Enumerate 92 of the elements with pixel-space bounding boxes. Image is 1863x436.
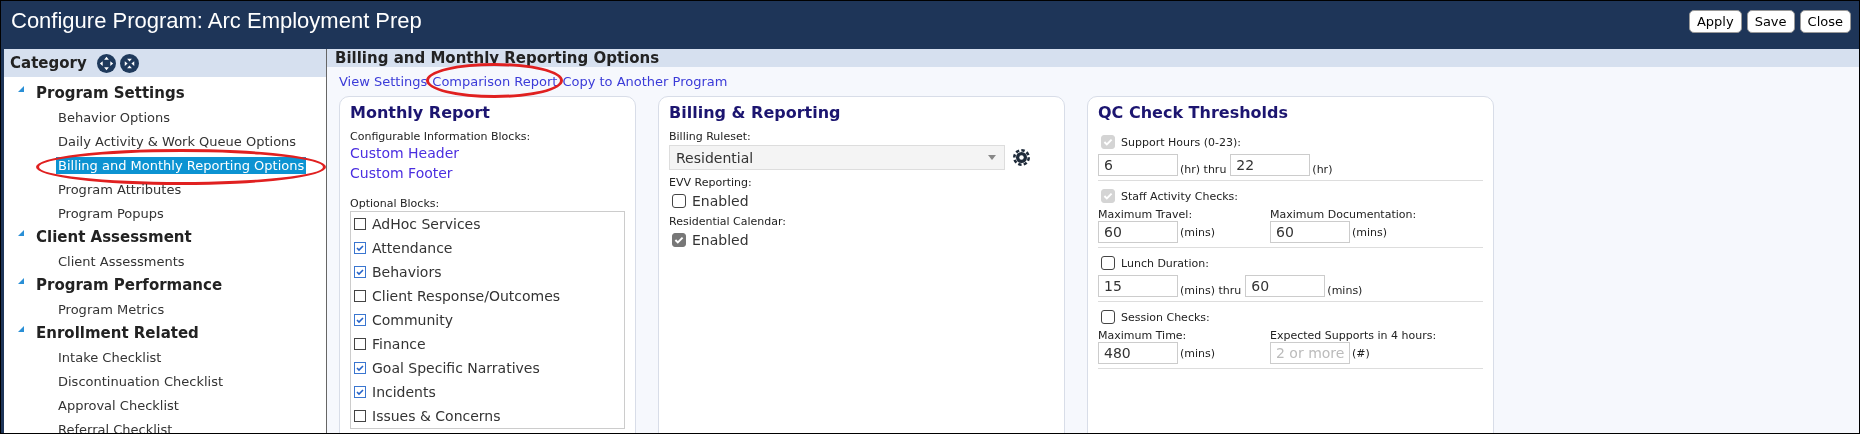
checkbox[interactable] <box>354 266 366 278</box>
number-field[interactable]: 480 <box>1098 342 1178 364</box>
unit-label: (#) <box>1352 346 1370 360</box>
category-item[interactable]: Program Metrics <box>56 300 167 318</box>
category-item[interactable]: Behavior Options <box>56 108 173 126</box>
checkbox[interactable] <box>672 194 686 208</box>
field-label: Optional Blocks: <box>350 197 441 210</box>
checkbox-label: Attendance <box>372 240 453 256</box>
checkbox-label: Community <box>372 312 454 328</box>
checkmark-icon <box>673 234 685 246</box>
unit-label: (hr) thru <box>1180 163 1227 176</box>
checkbox-label: Client Response/Outcomes <box>372 288 561 304</box>
checkbox[interactable] <box>1101 256 1115 270</box>
checkmark-icon <box>355 315 365 325</box>
collapse-all-icon[interactable] <box>119 53 139 73</box>
checkbox[interactable] <box>354 386 366 398</box>
unit-label: (hr) <box>1312 163 1333 176</box>
checkbox-label: Issues & Concerns <box>372 408 501 424</box>
checkbox-label: Support Hours (0-23): <box>1121 135 1241 149</box>
ruleset-dropdown[interactable]: Residential <box>669 145 1005 170</box>
unit-label: (mins) <box>1180 225 1216 239</box>
checkmark-icon <box>355 243 365 253</box>
toolbar-button[interactable]: Apply <box>1688 9 1742 33</box>
link[interactable]: Custom Footer <box>350 163 625 183</box>
checkbox-label: Lunch Duration: <box>1121 256 1209 270</box>
link[interactable]: Custom Header <box>350 143 625 163</box>
checkbox-label: AdHoc Services <box>372 216 481 232</box>
checkbox[interactable] <box>354 338 366 350</box>
expand-all-icon[interactable] <box>96 53 116 73</box>
card-title: Monthly Report <box>350 103 491 122</box>
checkbox[interactable] <box>1101 310 1115 324</box>
category-item[interactable]: Client Assessments <box>56 252 187 270</box>
category-group[interactable]: Program Performance <box>36 276 223 294</box>
unit-label: (mins) <box>1352 225 1388 239</box>
checkmark-icon <box>1102 190 1114 202</box>
category-item[interactable]: Daily Activity & Work Queue Options <box>56 132 299 150</box>
category-item[interactable]: Referral Checklist <box>56 420 175 433</box>
checkbox[interactable] <box>354 410 366 422</box>
checkbox-label: Session Checks: <box>1121 310 1210 324</box>
link[interactable]: Comparison Report <box>432 74 558 89</box>
checkbox-label: Staff Activity Checks: <box>1121 189 1239 203</box>
field-label: Maximum Travel: <box>1098 208 1194 221</box>
category-item[interactable]: Approval Checklist <box>56 396 181 414</box>
field-label: EVV Reporting: <box>669 176 753 189</box>
checkbox[interactable] <box>354 218 366 230</box>
field-label: Configurable Information Blocks: <box>350 130 532 143</box>
window-title: Configure Program: Arc Employment Prep <box>11 8 422 34</box>
unit-label: (mins) thru <box>1180 284 1242 297</box>
caret-icon <box>988 155 996 160</box>
field-label: Billing Ruleset: <box>669 130 752 143</box>
triangle-icon[interactable] <box>18 326 24 332</box>
checkbox-label: Goal Specific Narratives <box>372 360 540 376</box>
field-label: Expected Supports in 4 hours: <box>1270 329 1438 342</box>
checkbox-label: Enabled <box>692 232 749 248</box>
category-item[interactable]: Program Attributes <box>56 180 184 198</box>
checkbox-label: Finance <box>372 336 426 352</box>
category-group[interactable]: Program Settings <box>36 84 185 102</box>
checkmark-icon <box>355 363 365 373</box>
triangle-icon[interactable] <box>18 230 24 236</box>
category-group[interactable]: Client Assessment <box>36 228 192 246</box>
field-label: Maximum Documentation: <box>1270 208 1418 221</box>
checkbox-label: Enabled <box>692 193 749 209</box>
checkbox[interactable] <box>354 362 366 374</box>
category-item[interactable]: Intake Checklist <box>56 348 164 366</box>
checkmark-icon <box>355 267 365 277</box>
sidebar-title: Category <box>10 54 87 72</box>
field-label: Maximum Time: <box>1098 329 1188 342</box>
gear-icon[interactable] <box>1013 149 1030 166</box>
category-group[interactable]: Enrollment Related <box>36 324 199 342</box>
number-field[interactable]: 60 <box>1245 275 1326 297</box>
checkmark-icon <box>355 387 365 397</box>
card-title: QC Check Thresholds <box>1098 103 1289 122</box>
checkbox[interactable] <box>354 290 366 302</box>
checkbox[interactable] <box>354 314 366 326</box>
toolbar-button[interactable]: Save <box>1746 9 1795 33</box>
link[interactable]: Copy to Another Program <box>562 74 728 89</box>
checkbox-label: Incidents <box>372 384 436 400</box>
panel-title: Billing and Monthly Reporting Options <box>335 49 660 67</box>
unit-label: (mins) <box>1327 284 1363 297</box>
checkbox[interactable] <box>354 242 366 254</box>
triangle-icon[interactable] <box>18 278 24 284</box>
category-item[interactable]: Discontinuation Checklist <box>56 372 225 390</box>
card-title: Billing & Reporting <box>669 103 842 122</box>
checkmark-icon <box>1102 136 1114 148</box>
field-label: Residential Calendar: <box>669 215 788 228</box>
category-item[interactable]: Program Popups <box>56 204 166 222</box>
toolbar-button[interactable]: Close <box>1799 9 1851 33</box>
unit-label: (mins) <box>1180 346 1216 360</box>
checkbox-label: Behaviors <box>372 264 442 280</box>
link[interactable]: View Settings <box>339 74 428 89</box>
number-field[interactable]: 15 <box>1098 275 1178 297</box>
triangle-icon[interactable] <box>18 86 24 92</box>
